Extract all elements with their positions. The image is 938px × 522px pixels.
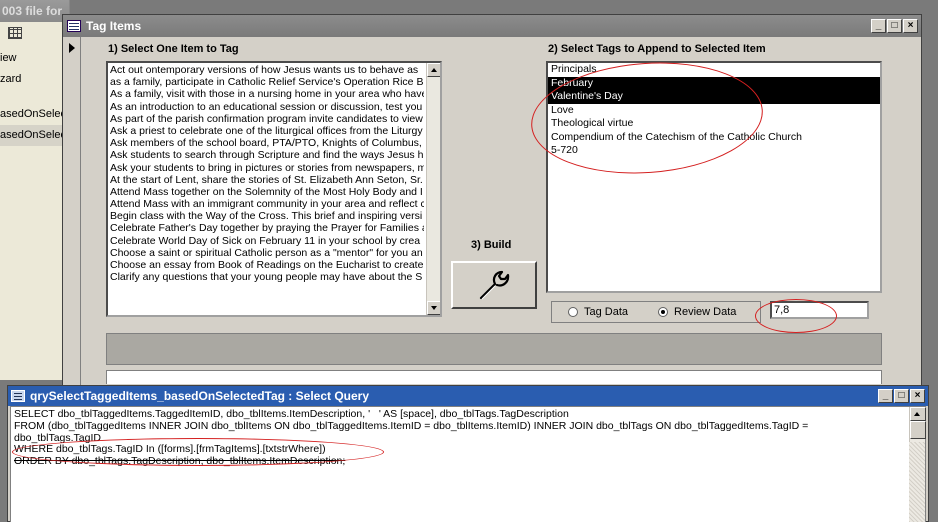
sql-text[interactable]: SELECT dbo_tblTaggedItems.TaggedItemID, … xyxy=(11,407,904,470)
list-item[interactable]: Begin class with the Way of the Cross. T… xyxy=(110,210,424,222)
maximize-button[interactable]: □ xyxy=(887,19,902,33)
scroll-up-button[interactable] xyxy=(910,407,926,421)
build-button[interactable] xyxy=(451,261,537,309)
minimize-button[interactable]: _ xyxy=(878,389,893,403)
record-selector[interactable] xyxy=(63,37,81,387)
data-option-group: Tag Data Review Data xyxy=(551,301,761,323)
list-item[interactable]: Act out ontemporary versions of how Jesu… xyxy=(110,64,424,76)
minimize-button[interactable]: _ xyxy=(871,19,886,33)
review-data-option[interactable]: Review Data xyxy=(658,306,736,318)
list-item[interactable]: Attend Mass with an immigrant community … xyxy=(110,198,424,210)
query-icon xyxy=(11,390,25,402)
list-item[interactable]: As an introduction to an educational ses… xyxy=(110,101,424,113)
list-item[interactable]: zard xyxy=(0,69,69,90)
tags-list: Principals February Valentine's Day Love The… xyxy=(548,63,880,158)
subform-header-panel xyxy=(106,333,882,365)
list-item[interactable]: At the start of Lent, share the stories … xyxy=(110,174,424,186)
form-icon xyxy=(67,20,81,32)
background-window-title: 003 file for xyxy=(0,0,69,22)
scroll-down-button[interactable] xyxy=(427,301,440,315)
list-item[interactable]: Ask a priest to celebrate one of the lit… xyxy=(110,125,424,137)
background-access-window: 003 file for iew zard asedOnSelec asedOn… xyxy=(0,0,70,380)
datasheet-view-icon[interactable] xyxy=(8,27,22,39)
query-window-controls: _ □ × xyxy=(878,389,925,403)
scroll-thumb[interactable] xyxy=(910,421,926,439)
items-scrollbar[interactable] xyxy=(426,63,440,315)
list-item[interactable]: iew xyxy=(0,48,69,69)
sql-editor[interactable]: SELECT dbo_tblTaggedItems.TaggedItemID, … xyxy=(10,406,926,522)
build-label: 3) Build xyxy=(471,239,512,251)
query-window-title: qrySelectTaggedItems_basedOnSelectedTag … xyxy=(30,389,370,403)
list-item[interactable]: As part of the parish confirmation progr… xyxy=(110,113,424,125)
sql-line: FROM (dbo_tblTaggedItems INNER JOIN dbo_… xyxy=(14,420,809,432)
list-item[interactable]: Ask members of the school board, PTA/PTO… xyxy=(110,137,424,149)
subform-panel[interactable] xyxy=(106,370,882,384)
tags-listbox[interactable]: Principals February Valentine's Day Love The… xyxy=(546,61,882,293)
tag-data-radio[interactable] xyxy=(568,307,578,317)
select-query-window: qrySelectTaggedItems_basedOnSelectedTag … xyxy=(7,385,929,522)
sql-scrollbar[interactable] xyxy=(909,407,926,522)
tag-items-titlebar[interactable]: Tag Items _ □ × xyxy=(63,15,921,37)
list-item[interactable]: Ask students to search through Scripture… xyxy=(110,149,424,161)
list-item[interactable]: Ask your students to bring in pictures o… xyxy=(110,162,424,174)
sql-line: SELECT dbo_tblTaggedItems.TaggedItemID, … xyxy=(14,409,569,420)
select-tags-label: 2) Select Tags to Append to Selected Ite… xyxy=(548,43,766,55)
wrench-icon xyxy=(479,270,510,300)
sql-line: ORDER BY dbo_tblTags.TagDescription, dbo… xyxy=(14,456,346,468)
list-item[interactable]: Celebrate Father's Day together by prayi… xyxy=(110,222,424,234)
select-item-label: 1) Select One Item to Tag xyxy=(108,43,239,55)
tag-item[interactable]: Compendium of the Catechism of the Catho… xyxy=(548,131,880,145)
close-button[interactable]: × xyxy=(910,389,925,403)
where-input[interactable] xyxy=(770,301,869,319)
list-item[interactable]: Celebrate World Day of Sick on February … xyxy=(110,235,424,247)
tag-data-label: Tag Data xyxy=(584,306,629,318)
background-object-list: iew zard asedOnSelec asedOnSelec xyxy=(0,48,69,146)
items-listbox[interactable]: Act out ontemporary versions of how Jesu… xyxy=(106,61,442,317)
query-titlebar[interactable]: qrySelectTaggedItems_basedOnSelectedTag … xyxy=(8,386,928,406)
window-title: Tag Items xyxy=(86,19,142,33)
scroll-track xyxy=(909,442,925,522)
review-data-label: Review Data xyxy=(674,306,737,318)
background-toolbar xyxy=(0,22,69,48)
tag-items-window: Tag Items _ □ × 1) Select One Item to Ta… xyxy=(62,14,922,387)
list-item[interactable]: Clarify any questions that your young pe… xyxy=(110,271,424,283)
list-item[interactable]: Attend Mass together on the Solemnity of… xyxy=(110,186,424,198)
tag-item[interactable]: Principals xyxy=(548,63,880,77)
tag-item[interactable]: 5-720 xyxy=(548,144,880,158)
list-item xyxy=(0,90,69,104)
maximize-button[interactable]: □ xyxy=(894,389,909,403)
list-item[interactable]: Choose a saint or spiritual Catholic per… xyxy=(110,247,424,259)
items-list: Act out ontemporary versions of how Jesu… xyxy=(108,63,426,284)
review-data-radio[interactable] xyxy=(658,307,669,317)
sql-line: WHERE dbo_tblTags.TagID In ([forms].[frm… xyxy=(14,444,326,456)
list-item[interactable]: Choose an essay from Book of Readings on… xyxy=(110,259,424,271)
tag-item[interactable]: Love xyxy=(548,104,880,118)
list-item[interactable]: asedOnSelec xyxy=(0,104,69,125)
current-record-arrow-icon xyxy=(69,43,75,53)
tag-item[interactable]: Valentine's Day xyxy=(548,90,880,104)
sql-line: dbo_tblTags.TagID xyxy=(14,432,101,444)
list-item[interactable]: as a family, participate in Catholic Rel… xyxy=(110,76,424,88)
tag-data-option[interactable]: Tag Data xyxy=(568,306,628,318)
list-item[interactable]: As a family, visit with those in a nursi… xyxy=(110,88,424,100)
close-button[interactable]: × xyxy=(903,19,918,33)
list-item[interactable]: asedOnSelec xyxy=(0,125,69,146)
window-controls: _ □ × xyxy=(871,19,918,33)
tag-item[interactable]: Theological virtue xyxy=(548,117,880,131)
tag-item[interactable]: February xyxy=(548,76,880,90)
scroll-up-button[interactable] xyxy=(427,63,440,77)
